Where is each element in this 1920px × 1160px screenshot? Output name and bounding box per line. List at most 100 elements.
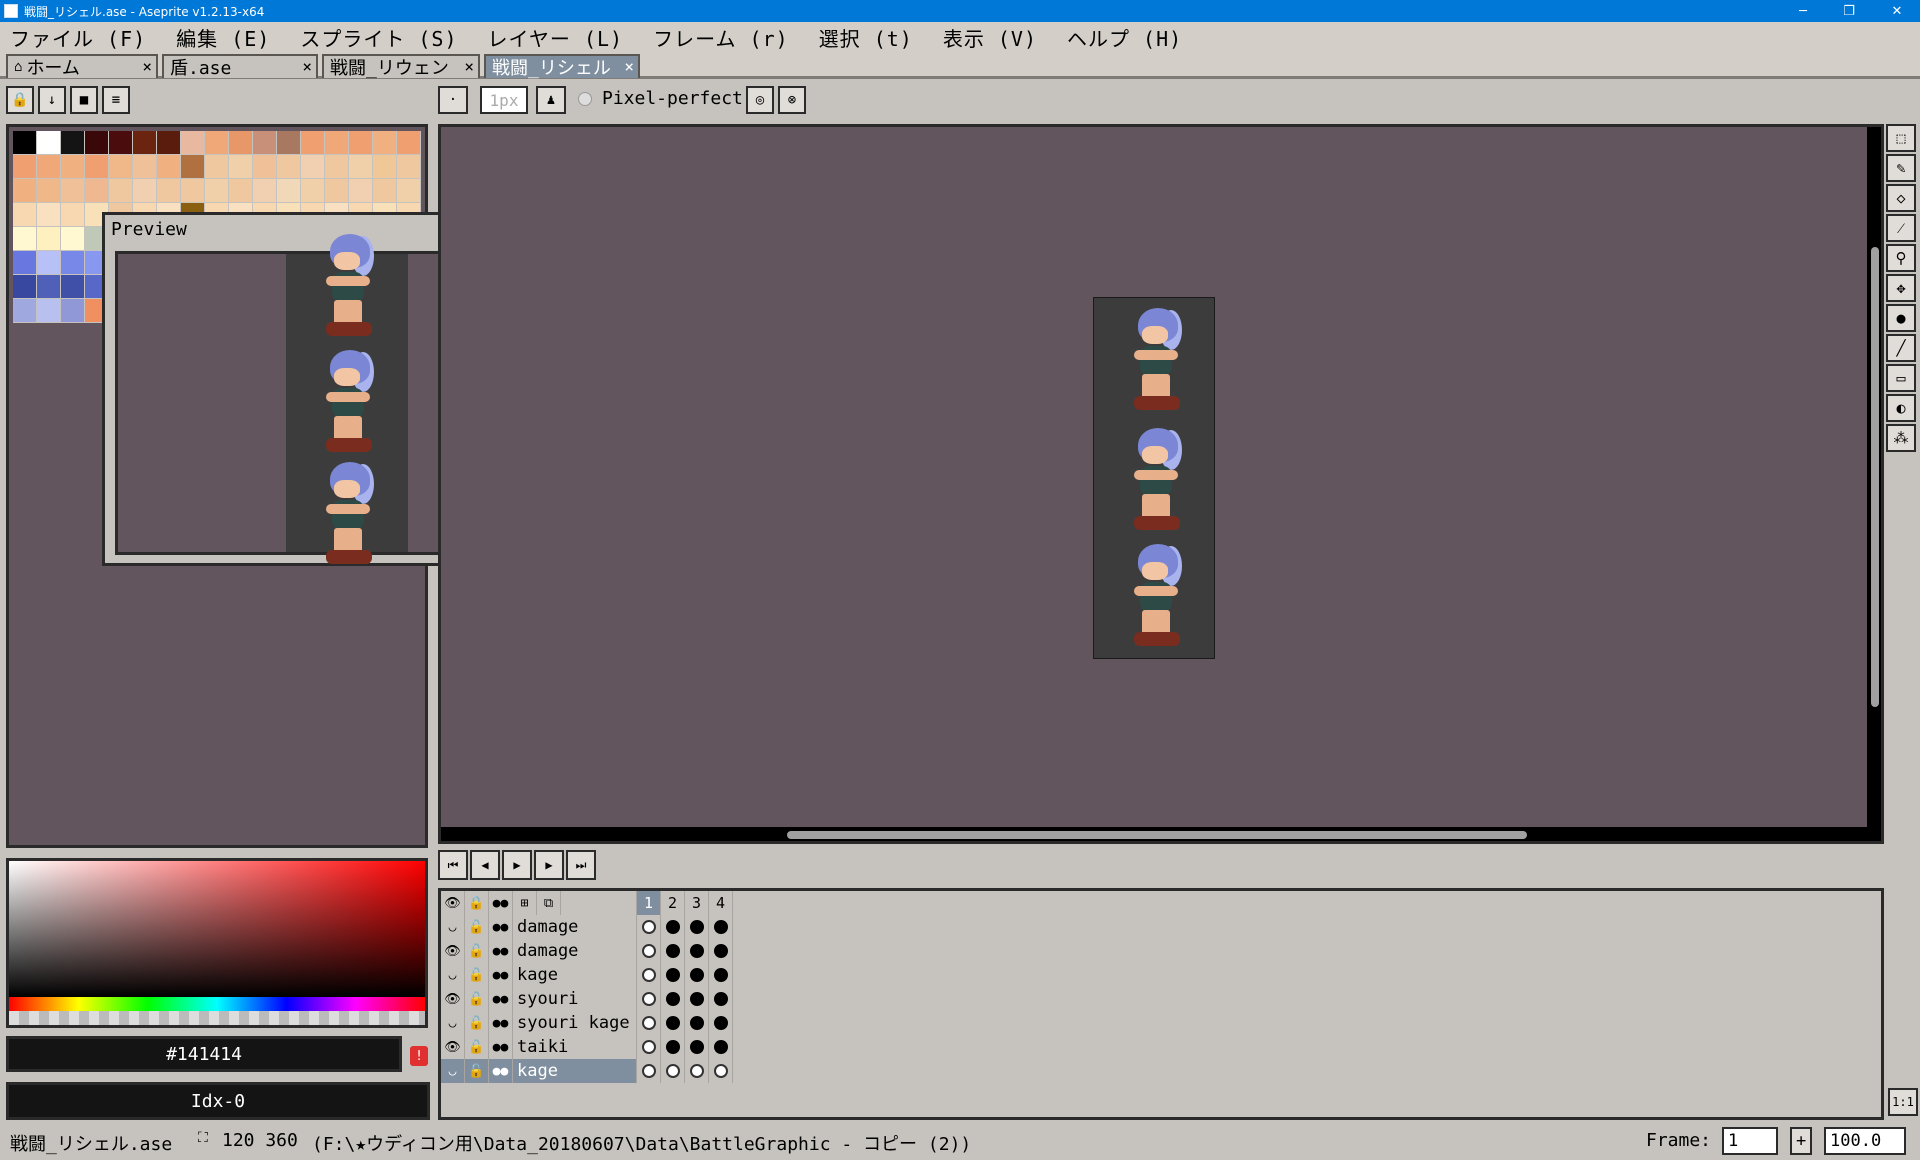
menu-icon[interactable]: ≡ — [102, 86, 130, 114]
palette-swatch[interactable] — [85, 179, 109, 203]
vertical-scrollbar[interactable] — [1871, 247, 1879, 707]
palette-swatch[interactable] — [61, 251, 85, 275]
palette-swatch[interactable] — [301, 131, 325, 155]
layer-name[interactable]: kage — [513, 1059, 637, 1083]
ink-icon[interactable]: ♟ — [536, 86, 566, 114]
palette-swatch[interactable] — [253, 179, 277, 203]
cel[interactable] — [661, 963, 685, 987]
frame-input[interactable]: 1 — [1722, 1127, 1778, 1155]
marquee-icon[interactable]: ⬚ — [1886, 124, 1916, 152]
brush-type-button[interactable]: · — [438, 86, 468, 114]
eye-icon[interactable]: 👁 — [441, 1035, 465, 1059]
palette-swatch[interactable] — [349, 179, 373, 203]
cel[interactable] — [709, 1011, 733, 1035]
frame-header-2[interactable]: 2 — [661, 891, 685, 915]
color-picker[interactable] — [6, 858, 428, 1028]
cel[interactable] — [709, 963, 733, 987]
lock-icon[interactable]: 🔓 — [465, 939, 489, 963]
continuous-icon[interactable]: ●● — [489, 891, 513, 915]
palette-swatch[interactable] — [13, 299, 37, 323]
tab-close-icon[interactable]: × — [464, 57, 474, 76]
palette-swatch[interactable] — [37, 227, 61, 251]
palette-swatch[interactable] — [181, 179, 205, 203]
palette-swatch[interactable] — [229, 179, 253, 203]
minimize-button[interactable]: ─ — [1780, 0, 1826, 22]
lock-icon[interactable]: 🔓 — [465, 915, 489, 939]
last-frame-icon[interactable]: ⏭ — [566, 850, 596, 880]
cel[interactable] — [661, 1059, 685, 1083]
cel[interactable] — [637, 1059, 661, 1083]
layer-name[interactable]: syouri — [513, 987, 637, 1011]
first-frame-icon[interactable]: ⏮ — [438, 850, 468, 880]
palette-swatch[interactable] — [13, 251, 37, 275]
cel[interactable] — [637, 915, 661, 939]
layer-row[interactable]: 👁 🔓 ●● damage — [441, 939, 737, 963]
pattern-icon[interactable]: ⊗ — [778, 86, 806, 114]
brush-size-field[interactable]: 1px — [480, 86, 528, 114]
layer-row[interactable]: ◡ 🔓 ●● damage — [441, 915, 737, 939]
cel[interactable] — [685, 1011, 709, 1035]
cel[interactable] — [709, 939, 733, 963]
cel[interactable] — [637, 1035, 661, 1059]
palette-swatch[interactable] — [37, 179, 61, 203]
frame-header-3[interactable]: 3 — [685, 891, 709, 915]
palette-swatch[interactable] — [349, 131, 373, 155]
palette-swatch[interactable] — [61, 275, 85, 299]
continuous-icon[interactable]: ●● — [489, 963, 513, 987]
tab-close-icon[interactable]: × — [624, 57, 634, 76]
menu-item-4[interactable]: フレーム (r) — [653, 23, 789, 52]
layer-name[interactable]: taiki — [513, 1035, 637, 1059]
layer-name[interactable]: damage — [513, 939, 637, 963]
cel[interactable] — [709, 1059, 733, 1083]
palette-swatch[interactable] — [133, 131, 157, 155]
menu-item-5[interactable]: 選択 (t) — [819, 23, 913, 52]
move-icon[interactable]: ✥ — [1886, 274, 1916, 302]
palette-swatch[interactable] — [13, 227, 37, 251]
palette-swatch[interactable] — [301, 155, 325, 179]
next-frame-icon[interactable]: ▶ — [534, 850, 564, 880]
palette-swatch[interactable] — [157, 155, 181, 179]
layer-name[interactable]: syouri kage — [513, 1011, 637, 1035]
palette-swatch[interactable] — [133, 155, 157, 179]
palette-swatch[interactable] — [61, 203, 85, 227]
arrow-down-icon[interactable]: ↓ — [38, 86, 66, 114]
layer-row[interactable]: ◡ 🔓 ●● kage — [441, 963, 737, 987]
lock-icon[interactable]: 🔓 — [465, 963, 489, 987]
palette-swatch[interactable] — [325, 131, 349, 155]
tab-close-icon[interactable]: × — [142, 57, 152, 76]
cel[interactable] — [661, 987, 685, 1011]
cel[interactable] — [637, 939, 661, 963]
cel[interactable] — [637, 987, 661, 1011]
palette-swatch[interactable] — [277, 131, 301, 155]
palette-swatch[interactable] — [61, 155, 85, 179]
continuous-icon[interactable]: ●● — [489, 987, 513, 1011]
eye-closed-icon[interactable]: ◡ — [441, 1059, 465, 1083]
close-window-button[interactable]: ✕ — [1874, 0, 1920, 22]
tab-home[interactable]: ⌂ ホーム × — [6, 54, 158, 79]
menu-item-1[interactable]: 編集 (E) — [176, 23, 270, 52]
palette-swatch[interactable] — [37, 251, 61, 275]
lock-icon[interactable]: 🔓 — [465, 987, 489, 1011]
palette-swatch[interactable] — [205, 131, 229, 155]
lock-icon[interactable]: 🔒 — [465, 891, 489, 915]
palette-swatch[interactable] — [397, 155, 421, 179]
palette-swatch[interactable] — [37, 299, 61, 323]
hex-color-field[interactable]: #141414 — [6, 1036, 402, 1072]
palette-swatch[interactable] — [85, 155, 109, 179]
palette-swatch[interactable] — [37, 155, 61, 179]
menu-item-0[interactable]: ファイル (F) — [10, 23, 146, 52]
cel[interactable] — [685, 1059, 709, 1083]
continuous-icon[interactable]: ●● — [489, 1035, 513, 1059]
tab-rishell[interactable]: 戦闘_リシェル × — [484, 54, 640, 79]
menu-item-6[interactable]: 表示 (V) — [943, 23, 1037, 52]
cel[interactable] — [709, 1035, 733, 1059]
palette-swatch[interactable] — [205, 155, 229, 179]
sprite-canvas[interactable] — [1093, 297, 1215, 659]
play-icon[interactable]: ▶ — [502, 850, 532, 880]
cel[interactable] — [661, 1011, 685, 1035]
palette-swatch[interactable] — [277, 155, 301, 179]
symmetry-icon[interactable]: ◎ — [746, 86, 774, 114]
palette-swatch[interactable] — [373, 155, 397, 179]
color-index-field[interactable]: Idx-0 — [6, 1082, 430, 1120]
restore-button[interactable]: ❐ — [1826, 0, 1872, 22]
